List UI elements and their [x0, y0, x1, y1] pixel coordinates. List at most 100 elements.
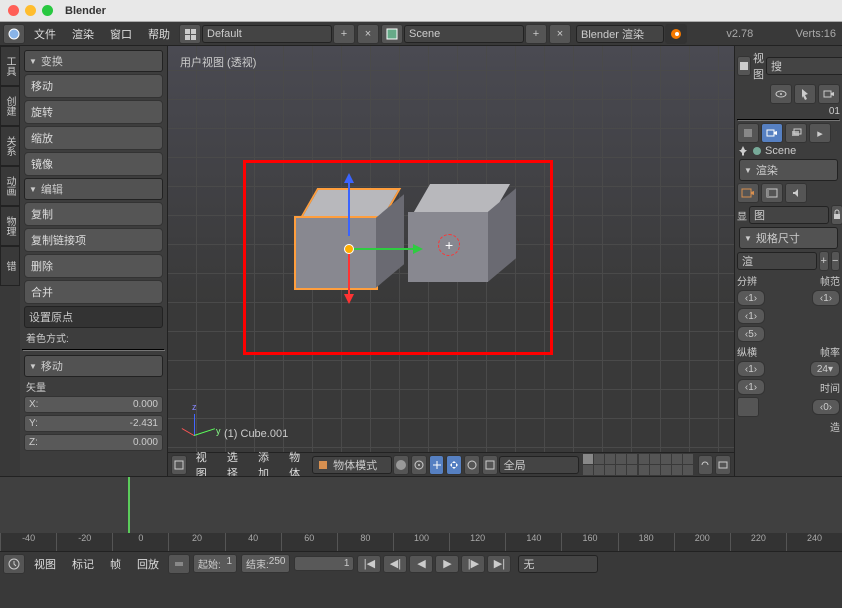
tab-physics[interactable]: 物理: [0, 206, 20, 246]
tl-menu-marker[interactable]: 标记: [64, 554, 102, 574]
camera-icon[interactable]: [818, 84, 840, 104]
tab-animation[interactable]: 动画: [0, 166, 20, 206]
vector-x-field[interactable]: X:0.000: [24, 396, 163, 413]
search-field[interactable]: 搜: [766, 57, 842, 75]
range-icon[interactable]: [168, 554, 190, 574]
mirror-button[interactable]: 镜像: [24, 152, 163, 176]
shading-icon[interactable]: [393, 455, 409, 475]
menu-help[interactable]: 帮助: [140, 24, 178, 44]
minimize-window-button[interactable]: [25, 5, 36, 16]
render-audio-button[interactable]: [785, 183, 807, 203]
menu-window[interactable]: 窗口: [102, 24, 140, 44]
props-editor-icon[interactable]: [737, 123, 759, 143]
scale-button[interactable]: 缩放: [24, 126, 163, 150]
timeline-editor-icon[interactable]: [3, 554, 25, 574]
frame-start-field[interactable]: ‹1›: [812, 290, 840, 306]
render-preview-icon[interactable]: [715, 455, 731, 475]
render-panel-header[interactable]: 渲染: [739, 159, 838, 181]
rotate-button[interactable]: 旋转: [24, 100, 163, 124]
lock-icon[interactable]: [831, 205, 842, 225]
render-engine-dropdown[interactable]: Blender 渲染: [576, 25, 664, 43]
menu-render[interactable]: 渲染: [64, 24, 102, 44]
menu-file[interactable]: 文件: [26, 24, 64, 44]
scene-icon[interactable]: [381, 24, 403, 44]
aspect-x-field[interactable]: ‹1›: [737, 361, 765, 377]
time-field[interactable]: ‹0›: [812, 399, 840, 415]
border-checkbox[interactable]: [737, 397, 759, 417]
vector-z-field[interactable]: Z:0.000: [24, 434, 163, 451]
render-image-button[interactable]: [737, 183, 759, 203]
tab-create[interactable]: 创建: [0, 86, 20, 126]
layers-tab-icon[interactable]: [785, 123, 807, 143]
editor-type-icon[interactable]: [3, 24, 25, 44]
screen-layout-dropdown[interactable]: Default: [202, 25, 332, 43]
prev-keyframe-button[interactable]: ◀|: [383, 555, 407, 573]
res-x-field[interactable]: ‹1›: [737, 290, 765, 306]
viewport-editor-icon[interactable]: [171, 455, 187, 475]
scene-dropdown[interactable]: Scene: [404, 25, 524, 43]
add-preset-button[interactable]: +: [819, 251, 829, 271]
vp-menu-add[interactable]: 添加: [250, 447, 281, 477]
last-operator-header[interactable]: 移动: [24, 355, 163, 377]
set-origin-dropdown[interactable]: 设置原点: [24, 306, 163, 328]
manipulator-move-icon[interactable]: [446, 455, 462, 475]
vp-menu-view[interactable]: 视图: [188, 447, 219, 477]
sync-dropdown[interactable]: 无: [518, 555, 598, 573]
vp-menu-select[interactable]: 选择: [219, 447, 250, 477]
res-y-field[interactable]: ‹1›: [737, 308, 765, 324]
maximize-window-button[interactable]: [42, 5, 53, 16]
manipulator-toggle[interactable]: [429, 455, 445, 475]
remove-preset-button[interactable]: −: [831, 251, 841, 271]
view-label[interactable]: 视图: [753, 50, 764, 82]
duplicate-linked-button[interactable]: 复制链接项: [24, 228, 163, 252]
pivot-icon[interactable]: [411, 455, 427, 475]
snap-icon[interactable]: [698, 455, 714, 475]
join-button[interactable]: 合并: [24, 280, 163, 304]
more-tab-icon[interactable]: ▸: [809, 123, 831, 143]
manipulator-rotate-icon[interactable]: [464, 455, 480, 475]
preset-dropdown[interactable]: 渲: [737, 252, 817, 270]
move-button[interactable]: 移动: [24, 74, 163, 98]
cursor-icon[interactable]: [794, 84, 816, 104]
frame-start-box[interactable]: 起始:1: [193, 554, 237, 573]
layers-widget[interactable]: [583, 454, 693, 475]
orientation-dropdown[interactable]: 全局: [499, 456, 579, 474]
play-button[interactable]: ▶: [435, 555, 459, 573]
delete-button[interactable]: 删除: [24, 254, 163, 278]
add-scene-button[interactable]: +: [525, 24, 547, 44]
tl-menu-view[interactable]: 视图: [26, 554, 64, 574]
pin-icon[interactable]: [737, 145, 749, 157]
play-reverse-button[interactable]: ◀: [409, 555, 433, 573]
transform-panel-header[interactable]: 变换: [24, 50, 163, 72]
screen-layout-icon[interactable]: [179, 24, 201, 44]
current-frame-box[interactable]: 1: [294, 556, 354, 571]
res-pct-field[interactable]: ‹5›: [737, 326, 765, 342]
jump-start-button[interactable]: |◀: [357, 555, 381, 573]
tl-menu-playback[interactable]: 回放: [129, 554, 167, 574]
mode-dropdown[interactable]: 物体模式: [312, 456, 392, 474]
duplicate-button[interactable]: 复制: [24, 202, 163, 226]
cube-selected[interactable]: [296, 202, 386, 292]
dimensions-panel-header[interactable]: 规格尺寸: [739, 227, 838, 249]
edit-panel-header[interactable]: 编辑: [24, 178, 163, 200]
delete-screen-button[interactable]: ×: [357, 24, 379, 44]
tab-tools[interactable]: 工具: [0, 46, 20, 86]
display-dropdown[interactable]: 图: [749, 206, 829, 224]
frame-end-box[interactable]: 结束:250: [241, 554, 290, 573]
gizmo-x-axis[interactable]: [348, 251, 350, 301]
vector-y-field[interactable]: Y:-2.431: [24, 415, 163, 432]
outliner-editor-icon[interactable]: [737, 56, 751, 76]
next-keyframe-button[interactable]: |▶: [461, 555, 485, 573]
render-tab-icon[interactable]: [761, 123, 783, 143]
gizmo-y-axis[interactable]: [350, 248, 420, 250]
tab-other[interactable]: 错: [0, 246, 20, 286]
tl-menu-frame[interactable]: 帧: [102, 554, 129, 574]
jump-end-button[interactable]: ▶|: [487, 555, 511, 573]
3d-viewport[interactable]: 用户视图 (透视) z y (1) Cube.001 视图 选择 添加 物体 物…: [168, 46, 734, 476]
gizmo-z-axis[interactable]: [348, 176, 350, 236]
tab-relations[interactable]: 关系: [0, 126, 20, 166]
vp-menu-object[interactable]: 物体: [281, 447, 312, 477]
eye-icon[interactable]: [770, 84, 792, 104]
delete-scene-button[interactable]: ×: [549, 24, 571, 44]
close-window-button[interactable]: [8, 5, 19, 16]
